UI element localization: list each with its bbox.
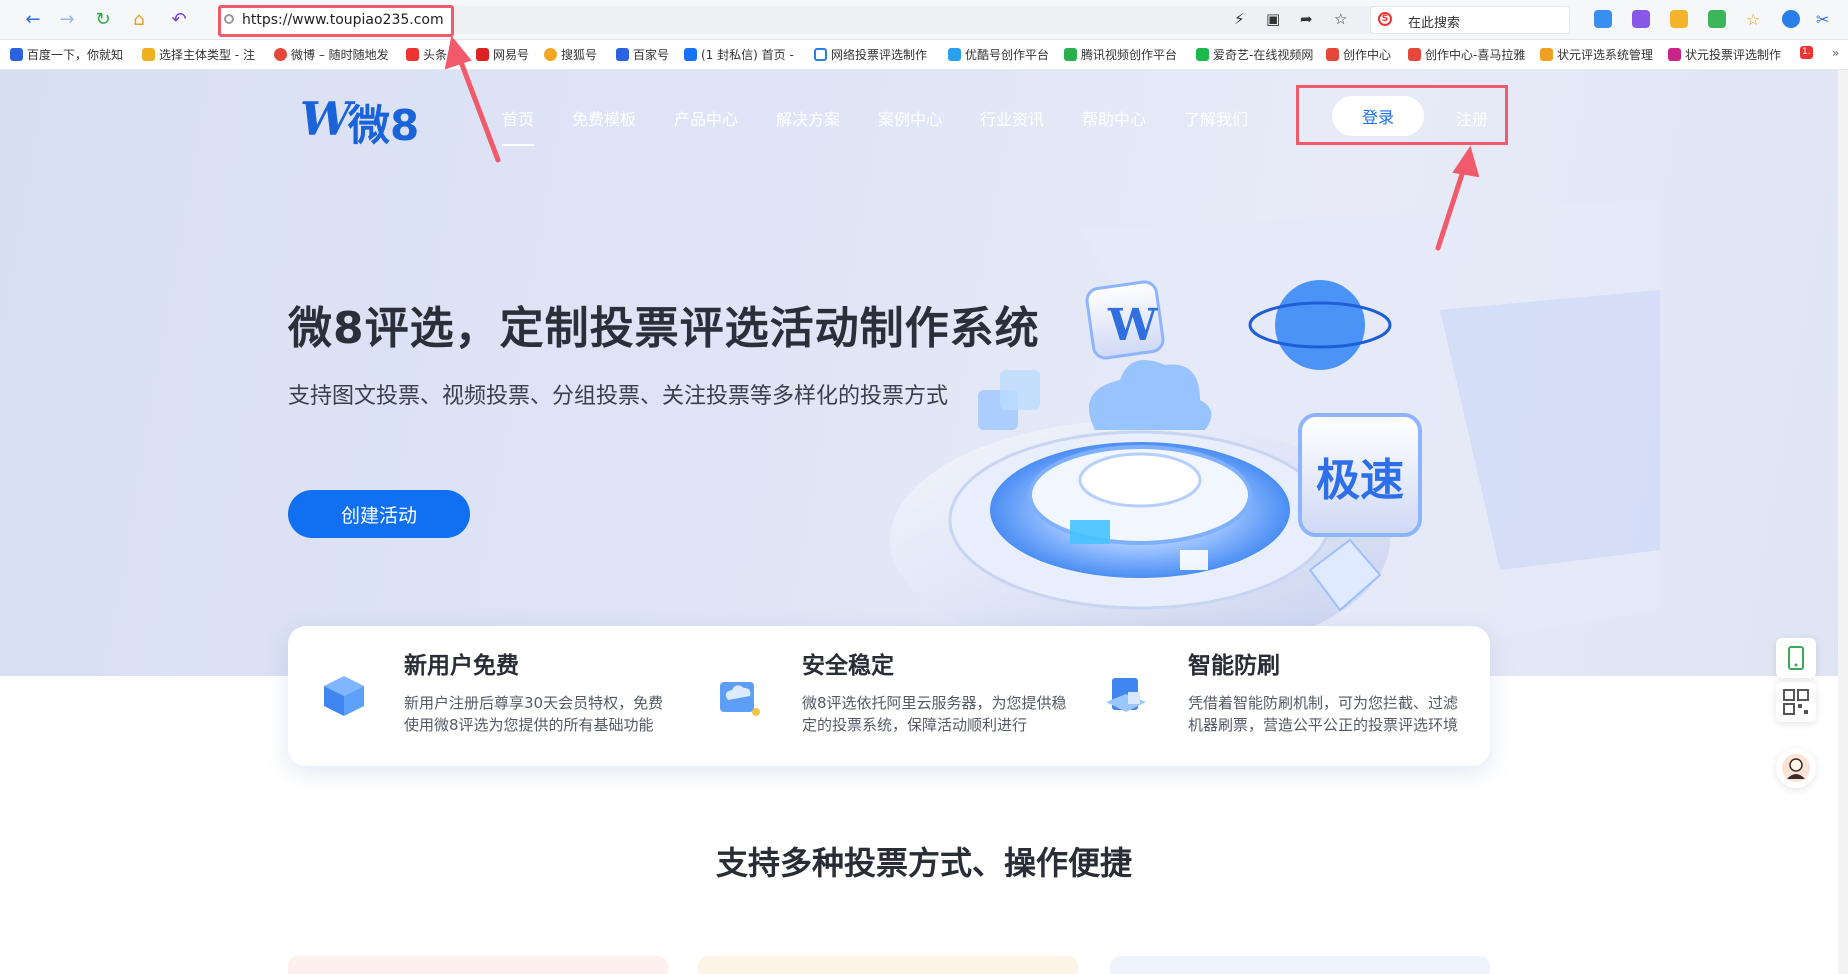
section-title: 支持多种投票方式、操作便捷 [715,844,1132,882]
creator-icon [1326,48,1339,61]
undo-icon[interactable]: ↶ [168,9,190,31]
bookmark-item[interactable]: 百度一下，你就知 [10,46,123,63]
nav-products[interactable]: 产品中心 [674,106,738,130]
bookmark-item[interactable]: 腾讯视频创作平台 [1064,46,1177,63]
feature-desc: 凭借着智能防刷机制，可为您拦截、过滤机器刷票，营造公平公正的投票评选环境 [1188,694,1459,734]
puzzle-icon[interactable] [1708,10,1726,28]
forward-arrow-icon[interactable]: → [56,9,78,31]
bookmark-item[interactable]: (1 封私信) 首页 - [684,46,794,63]
mobile-phone-icon[interactable] [1776,638,1816,678]
bookmark-item[interactable]: 网易号 [476,46,529,63]
bookmark-item[interactable]: 微博 – 随时随地发 [274,46,389,63]
star-icon[interactable]: ☆ [1334,10,1347,28]
favorites-icon[interactable]: ☆ [1746,10,1764,29]
nav-news[interactable]: 行业资讯 [980,106,1044,130]
search-input[interactable] [1370,6,1570,34]
download-icon[interactable] [1782,10,1800,28]
hero-title: 微8评选，定制投票评选活动制作系统 [288,303,1040,354]
folder-icon[interactable] [1670,10,1688,28]
zhuangyuan-icon [1540,48,1553,61]
translate-icon[interactable] [1594,10,1612,28]
shield-device-icon [1106,678,1146,712]
youku-icon [948,48,961,61]
hero-banner: W 极速 [0,70,1848,676]
feature-title: 新用户免费 [404,653,519,679]
qr-code-icon[interactable] [1776,682,1816,722]
home-icon[interactable]: ⌂ [128,9,150,31]
url-text[interactable]: https://www.toupiao235.com [242,12,444,28]
nav-templates[interactable]: 免费模板 [572,106,636,130]
svg-text:W: W [1107,300,1158,351]
template-card[interactable] [698,956,1078,974]
ximalaya-icon [1408,48,1421,61]
lightning-icon[interactable]: ⚡ [1234,10,1245,28]
scissors-icon[interactable]: ✂ [1816,10,1834,29]
cube-stack-icon [324,676,364,716]
refresh-icon[interactable]: ↻ [92,9,114,31]
tencent-video-icon [1064,48,1077,61]
bookmark-item[interactable]: 选择主体类型 - 注 [142,46,255,63]
feature-title: 智能防刷 [1188,653,1280,679]
register-link[interactable]: 注册 [1456,106,1488,130]
edit-ext-icon[interactable] [1632,10,1650,28]
mp-icon [1668,48,1681,61]
reader-icon[interactable]: ▣ [1266,10,1280,28]
feature-desc: 新用户注册后尊享30天会员特权，免费使用微8评选为您提供的所有基础功能 [404,694,664,734]
tv-icon [814,48,827,61]
share-icon[interactable]: ➦ [1300,10,1313,28]
search-placeholder: 在此搜索 [1408,16,1461,31]
hero-illustration: W 极速 [890,200,1660,660]
nav-home[interactable]: 首页 [502,106,534,130]
nav-about[interactable]: 了解我们 [1184,106,1248,130]
bookmark-item[interactable]: 头条号 [406,46,459,63]
hero-subtitle: 支持图文投票、视频投票、分组投票、关注投票等多样化的投票方式 [288,384,949,409]
baijia-icon [616,48,629,61]
customer-service-avatar[interactable] [1776,748,1816,788]
feature-title: 安全稳定 [802,653,894,679]
bookmark-item[interactable]: 创作中心-喜马拉雅 [1408,46,1525,63]
bookmark-item[interactable]: 百家号 [616,46,669,63]
bookmark-item[interactable]: 创作中心 [1326,46,1391,63]
create-activity-button[interactable]: 创建活动 [288,490,470,538]
site-logo-mark[interactable]: W [300,92,352,146]
nav-help[interactable]: 帮助中心 [1082,106,1146,130]
bookmark-item[interactable]: 状元评选系统管理 [1540,46,1653,63]
site-logo-text[interactable]: 微8 [348,92,419,153]
iqiyi-icon [1196,48,1209,61]
back-arrow-icon[interactable]: ← [22,9,44,31]
page-scrollbar[interactable] [1838,70,1848,974]
template-card[interactable] [1110,956,1490,974]
nav-active-indicator [502,144,534,146]
bell-icon [142,48,155,61]
nav-solutions[interactable]: 解决方案 [776,106,840,130]
bookmark-item[interactable]: 搜狐号 [544,46,597,63]
baidu-icon [10,48,23,61]
weibo-icon [274,48,287,61]
bookmark-item[interactable]: 状元投票评选制作 [1668,46,1781,63]
bookmark-item[interactable]: 网络投票评选制作 [814,46,927,63]
login-button[interactable]: 登录 [1332,96,1424,136]
template-card[interactable] [288,956,668,974]
more-bookmarks-icon[interactable]: » [1832,46,1839,60]
toutiao-icon [406,48,419,61]
cloud-server-icon [720,682,760,716]
feature-desc: 微8评选依托阿里云服务器，为您提供稳定的投票系统，保障活动顺利进行 [802,694,1067,734]
bookmark-item[interactable]: 爱奇艺-在线视频网 [1196,46,1313,63]
zhihu-icon [684,48,697,61]
nav-cases[interactable]: 案例中心 [878,106,942,130]
speed-badge-text: 极速 [1316,455,1404,506]
bookmark-badge: 1. [1800,46,1813,59]
sohu-icon [544,48,557,61]
site-search-icon [224,14,234,24]
bookmark-item[interactable]: 1. [1800,46,1813,59]
bookmark-item[interactable]: 优酷号创作平台 [948,46,1049,63]
search-engine-icon[interactable]: S [1378,12,1392,26]
netease-icon [476,48,489,61]
